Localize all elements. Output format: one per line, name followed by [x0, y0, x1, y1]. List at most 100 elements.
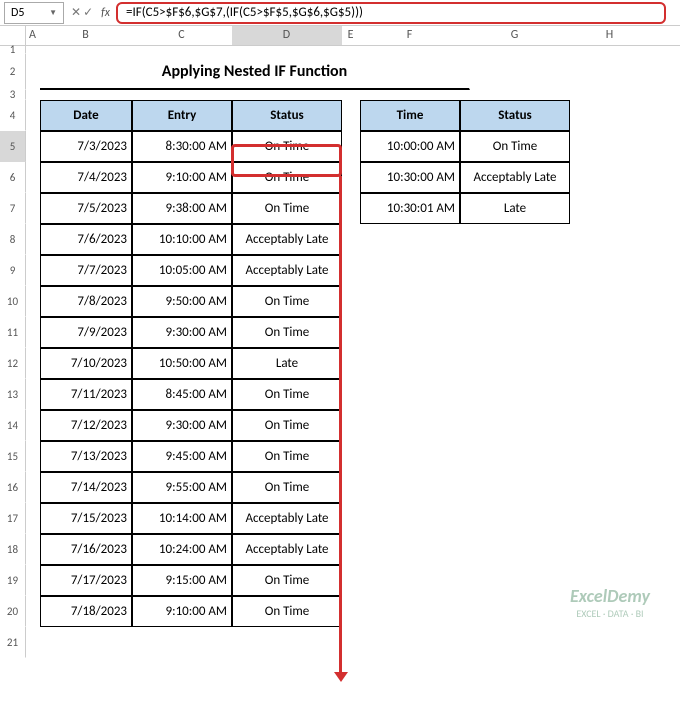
row-header[interactable]: 12 [0, 348, 26, 379]
cell-status[interactable]: On Time [232, 286, 342, 317]
cell-entry[interactable]: 10:14:00 AM [132, 503, 232, 534]
cell[interactable] [26, 46, 40, 54]
cell-status[interactable]: On Time [232, 441, 342, 472]
cell[interactable] [26, 379, 40, 410]
row-header[interactable]: 5 [0, 131, 26, 162]
cell[interactable] [26, 162, 40, 193]
cell-status[interactable]: Acceptably Late [232, 224, 342, 255]
cell-status[interactable]: On Time [232, 317, 342, 348]
cell-time[interactable]: 10:00:00 AM [360, 131, 460, 162]
row-header[interactable]: 1 [0, 46, 26, 54]
cell[interactable] [460, 503, 570, 534]
formula-input[interactable]: =IF(C5>$F$6,$G$7,(IF(C5>$F$5,$G$6,$G$5))… [116, 2, 666, 24]
cell[interactable] [360, 565, 460, 596]
cell[interactable] [26, 565, 40, 596]
cell[interactable] [26, 90, 40, 100]
cell[interactable] [460, 410, 570, 441]
cell-date[interactable]: 7/10/2023 [40, 348, 132, 379]
cell-status[interactable]: On Time [232, 193, 342, 224]
col-header-h[interactable]: H [570, 26, 650, 45]
cell[interactable] [26, 596, 40, 627]
cell[interactable] [342, 286, 360, 317]
name-box[interactable]: D5 ▼ [4, 2, 64, 24]
cell-status[interactable]: On Time [232, 565, 342, 596]
col-header-d[interactable]: D [232, 26, 342, 45]
row-header[interactable]: 20 [0, 596, 26, 627]
cell[interactable] [342, 193, 360, 224]
cell-entry[interactable]: 9:15:00 AM [132, 565, 232, 596]
row-header[interactable]: 13 [0, 379, 26, 410]
cell[interactable] [342, 131, 360, 162]
cell[interactable] [26, 441, 40, 472]
cell[interactable] [26, 131, 40, 162]
cell[interactable] [26, 317, 40, 348]
cell-date[interactable]: 7/15/2023 [40, 503, 132, 534]
cell-status[interactable]: On Time [232, 162, 342, 193]
col-header-e[interactable]: E [342, 26, 360, 45]
cell-lstatus[interactable]: Late [460, 193, 570, 224]
cell-date[interactable]: 7/3/2023 [40, 131, 132, 162]
cell[interactable] [342, 100, 360, 131]
cell-date[interactable]: 7/5/2023 [40, 193, 132, 224]
cell[interactable] [460, 286, 570, 317]
cell-date[interactable]: 7/6/2023 [40, 224, 132, 255]
enter-icon[interactable]: ✓ [83, 5, 93, 20]
row-header[interactable]: 16 [0, 472, 26, 503]
cell[interactable] [26, 348, 40, 379]
cell[interactable] [342, 441, 360, 472]
cell[interactable] [342, 379, 360, 410]
cell-date[interactable]: 7/18/2023 [40, 596, 132, 627]
cell[interactable] [342, 410, 360, 441]
cell[interactable] [26, 54, 40, 90]
page-title[interactable]: Applying Nested IF Function [40, 54, 470, 90]
cell-entry[interactable]: 9:10:00 AM [132, 162, 232, 193]
cell-entry[interactable]: 8:30:00 AM [132, 131, 232, 162]
cell[interactable] [360, 503, 460, 534]
cell[interactable] [342, 503, 360, 534]
cell-status[interactable]: On Time [232, 472, 342, 503]
cell-status[interactable]: Acceptably Late [232, 503, 342, 534]
row-header[interactable]: 2 [0, 54, 26, 90]
cell-status[interactable]: Acceptably Late [232, 534, 342, 565]
row-header[interactable]: 18 [0, 534, 26, 565]
col-header-a[interactable]: A [26, 26, 40, 45]
cell[interactable] [26, 472, 40, 503]
cell-date[interactable]: 7/12/2023 [40, 410, 132, 441]
cell-date[interactable]: 7/7/2023 [40, 255, 132, 286]
col-header-c[interactable]: C [132, 26, 232, 45]
cell[interactable] [26, 286, 40, 317]
cell-status[interactable]: Acceptably Late [232, 255, 342, 286]
cell-lstatus[interactable]: On Time [460, 131, 570, 162]
cell[interactable] [460, 596, 570, 627]
row-header[interactable]: 9 [0, 255, 26, 286]
row-header[interactable]: 19 [0, 565, 26, 596]
cell[interactable] [40, 627, 580, 658]
header-status[interactable]: Status [232, 100, 342, 131]
cell-date[interactable]: 7/8/2023 [40, 286, 132, 317]
cell[interactable] [460, 565, 570, 596]
cell-lstatus[interactable]: Acceptably Late [460, 162, 570, 193]
cell-time[interactable]: 10:30:00 AM [360, 162, 460, 193]
cell[interactable] [360, 472, 460, 503]
cell[interactable] [460, 224, 570, 255]
cell-entry[interactable]: 9:50:00 AM [132, 286, 232, 317]
cell[interactable] [360, 255, 460, 286]
cell[interactable] [342, 565, 360, 596]
fx-icon[interactable]: fx [99, 6, 116, 20]
cell[interactable] [26, 100, 40, 131]
cell-status[interactable]: On Time [232, 131, 342, 162]
cell-date[interactable]: 7/11/2023 [40, 379, 132, 410]
cell-entry[interactable]: 8:45:00 AM [132, 379, 232, 410]
cell[interactable] [342, 255, 360, 286]
row-header[interactable]: 14 [0, 410, 26, 441]
cell[interactable] [342, 317, 360, 348]
cell-date[interactable]: 7/9/2023 [40, 317, 132, 348]
cell-status[interactable]: Late [232, 348, 342, 379]
cell-status[interactable]: On Time [232, 379, 342, 410]
cell-time[interactable]: 10:30:01 AM [360, 193, 460, 224]
row-header[interactable]: 6 [0, 162, 26, 193]
cell[interactable] [342, 162, 360, 193]
header-time[interactable]: Time [360, 100, 460, 131]
cell[interactable] [460, 472, 570, 503]
cell-entry[interactable]: 9:45:00 AM [132, 441, 232, 472]
